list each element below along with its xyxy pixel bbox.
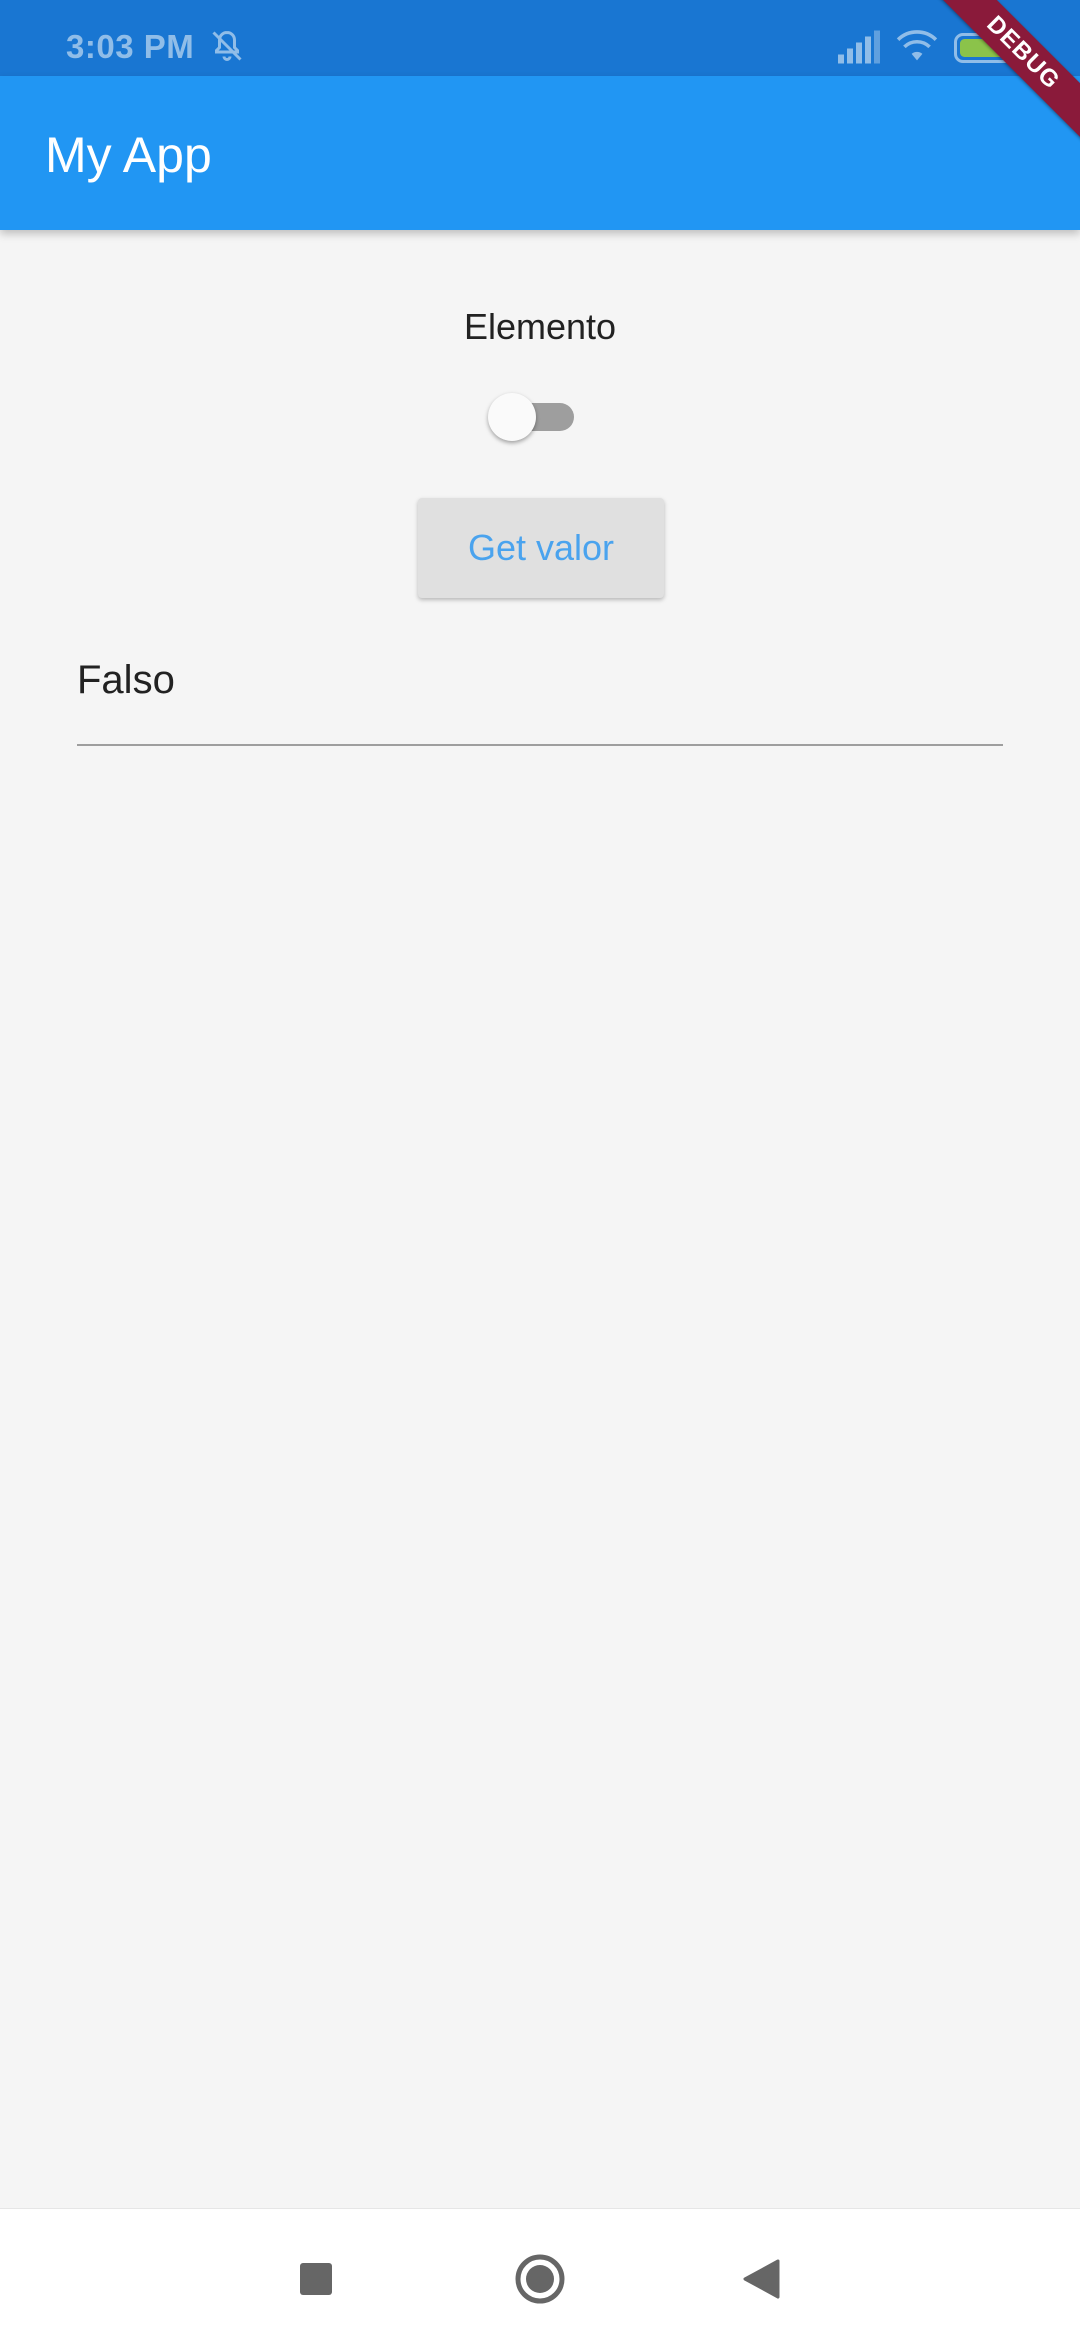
back-icon[interactable]	[742, 2259, 780, 2299]
value-field[interactable]: Falso	[77, 640, 1003, 746]
home-icon[interactable]	[514, 2253, 566, 2305]
recents-icon[interactable]	[300, 2263, 332, 2295]
switch-thumb	[488, 393, 536, 441]
status-time: 3:03 PM	[66, 28, 195, 65]
get-valor-button[interactable]: Get valor	[418, 498, 664, 598]
navigation-bar	[0, 2208, 1080, 2340]
screen: 3:03 PM DEBUG My App Elemento Get valor …	[0, 0, 1080, 2340]
dnd-off-icon	[212, 30, 242, 61]
switch-label: Elemento	[463, 306, 617, 347]
toggle-switch[interactable]	[488, 393, 588, 441]
status-bar: 3:03 PM	[0, 0, 1080, 76]
app-title: My App	[45, 127, 212, 183]
field-value-text: Falso	[77, 658, 175, 702]
wifi-icon	[896, 30, 938, 61]
signal-icon	[838, 30, 880, 64]
app-bar: My App	[0, 76, 1080, 230]
